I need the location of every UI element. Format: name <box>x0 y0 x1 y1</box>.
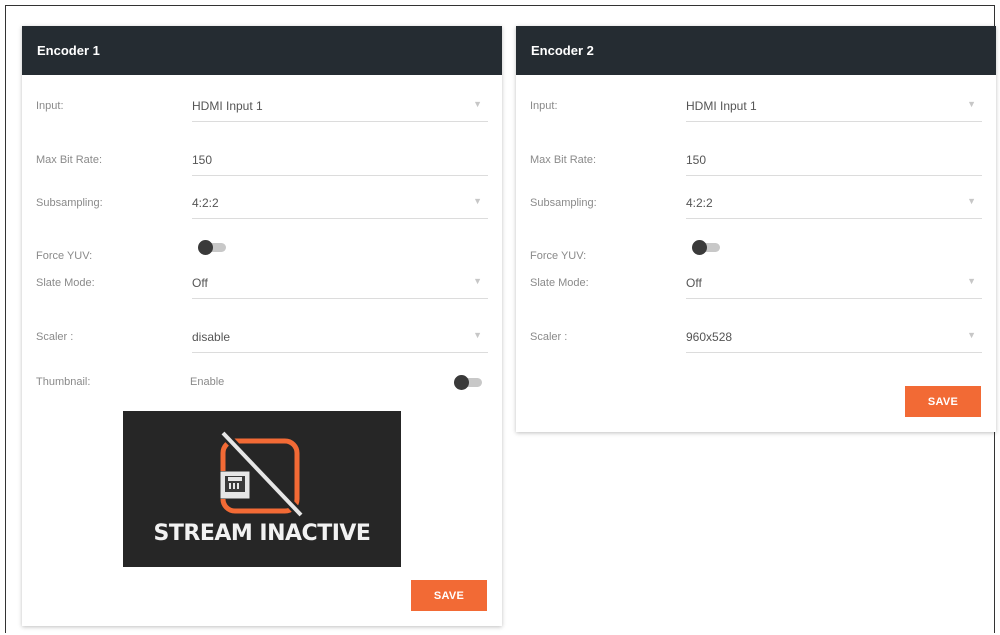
scaler-label: Scaler : <box>530 331 568 343</box>
encoder-2-force-yuv-toggle[interactable] <box>692 240 722 255</box>
force-yuv-label: Force YUV: <box>530 250 587 262</box>
encoder-2-subsampling-select[interactable]: 4:2:2 ▼ <box>686 189 982 219</box>
encoder-1-force-yuv-toggle[interactable] <box>198 240 228 255</box>
chevron-down-icon: ▼ <box>967 196 976 206</box>
chevron-down-icon: ▼ <box>967 99 976 109</box>
encoder-1-subsampling-select[interactable]: 4:2:2 ▼ <box>192 189 488 219</box>
max-bit-rate-value: 150 <box>192 153 213 167</box>
toggle-knob <box>198 240 213 255</box>
encoder-1-card: Encoder 1 Input: HDMI Input 1 ▼ Max Bit … <box>22 26 502 626</box>
subsampling-value: 4:2:2 <box>686 196 713 210</box>
encoder-2-save-button[interactable]: SAVE <box>905 386 981 417</box>
encoder-1-bitrate-row: Max Bit Rate: 150 <box>22 146 502 176</box>
encoder-1-input-row: Input: HDMI Input 1 ▼ <box>22 92 502 122</box>
slate-mode-label: Slate Mode: <box>530 277 589 289</box>
encoder-2-input-row: Input: HDMI Input 1 ▼ <box>516 92 996 122</box>
encoder-1-slate-mode-select[interactable]: Off ▼ <box>192 269 488 299</box>
chevron-down-icon: ▼ <box>473 196 482 206</box>
encoder-1-save-button[interactable]: SAVE <box>411 580 487 611</box>
force-yuv-label: Force YUV: <box>36 250 93 262</box>
subsampling-label: Subsampling: <box>36 197 103 209</box>
encoder-2-subsampling-row: Subsampling: 4:2:2 ▼ <box>516 189 996 219</box>
input-value: HDMI Input 1 <box>686 99 757 113</box>
encoder-1-scaler-row: Scaler : disable ▼ <box>22 323 502 353</box>
encoder-1-thumbnail-row: Thumbnail: Enable <box>22 368 502 398</box>
chevron-down-icon: ▼ <box>473 276 482 286</box>
stream-status-text: STREAM INACTIVE <box>153 521 371 546</box>
encoder-1-max-bit-rate-input[interactable]: 150 <box>192 146 488 176</box>
toggle-knob <box>692 240 707 255</box>
chevron-down-icon: ▼ <box>473 99 482 109</box>
ethernet-port-disabled-icon <box>219 429 305 519</box>
scaler-value: 960x528 <box>686 330 733 344</box>
input-value: HDMI Input 1 <box>192 99 263 113</box>
encoder-2-title: Encoder 2 <box>531 43 594 58</box>
chevron-down-icon: ▼ <box>967 276 976 286</box>
encoder-2-header: Encoder 2 <box>516 26 996 75</box>
thumbnail-label: Thumbnail: <box>36 376 91 388</box>
max-bit-rate-label: Max Bit Rate: <box>36 154 103 166</box>
encoder-1-subsampling-row: Subsampling: 4:2:2 ▼ <box>22 189 502 219</box>
encoder-1-force-yuv-row: Force YUV: <box>22 240 502 270</box>
encoder-2-card: Encoder 2 Input: HDMI Input 1 ▼ Max Bit … <box>516 26 996 432</box>
encoder-1-title: Encoder 1 <box>37 43 100 58</box>
scaler-label: Scaler : <box>36 331 74 343</box>
encoder-2-input-select[interactable]: HDMI Input 1 ▼ <box>686 92 982 122</box>
max-bit-rate-label: Max Bit Rate: <box>530 154 597 166</box>
encoder-2-scaler-select[interactable]: 960x528 ▼ <box>686 323 982 353</box>
encoder-2-max-bit-rate-input[interactable]: 150 <box>686 146 982 176</box>
encoder-2-slate-mode-select[interactable]: Off ▼ <box>686 269 982 299</box>
encoder-2-force-yuv-row: Force YUV: <box>516 240 996 270</box>
encoder-2-slate-mode-row: Slate Mode: Off ▼ <box>516 269 996 299</box>
scaler-value: disable <box>192 330 231 344</box>
subsampling-value: 4:2:2 <box>192 196 219 210</box>
encoder-1-header: Encoder 1 <box>22 26 502 75</box>
encoder-1-input-select[interactable]: HDMI Input 1 ▼ <box>192 92 488 122</box>
thumbnail-enable-label: Enable <box>190 376 225 388</box>
encoder-1-thumbnail-toggle[interactable] <box>454 375 484 390</box>
toggle-knob <box>454 375 469 390</box>
slate-mode-label: Slate Mode: <box>36 277 95 289</box>
encoder-1-slate-mode-row: Slate Mode: Off ▼ <box>22 269 502 299</box>
max-bit-rate-value: 150 <box>686 153 707 167</box>
encoder-2-bitrate-row: Max Bit Rate: 150 <box>516 146 996 176</box>
chevron-down-icon: ▼ <box>967 330 976 340</box>
slate-mode-value: Off <box>686 276 702 290</box>
input-label: Input: <box>36 100 64 112</box>
slate-mode-value: Off <box>192 276 208 290</box>
subsampling-label: Subsampling: <box>530 197 597 209</box>
chevron-down-icon: ▼ <box>473 330 482 340</box>
encoder-2-scaler-row: Scaler : 960x528 ▼ <box>516 323 996 353</box>
input-label: Input: <box>530 100 558 112</box>
encoder-1-scaler-select[interactable]: disable ▼ <box>192 323 488 353</box>
stream-preview: STREAM INACTIVE <box>123 411 401 567</box>
